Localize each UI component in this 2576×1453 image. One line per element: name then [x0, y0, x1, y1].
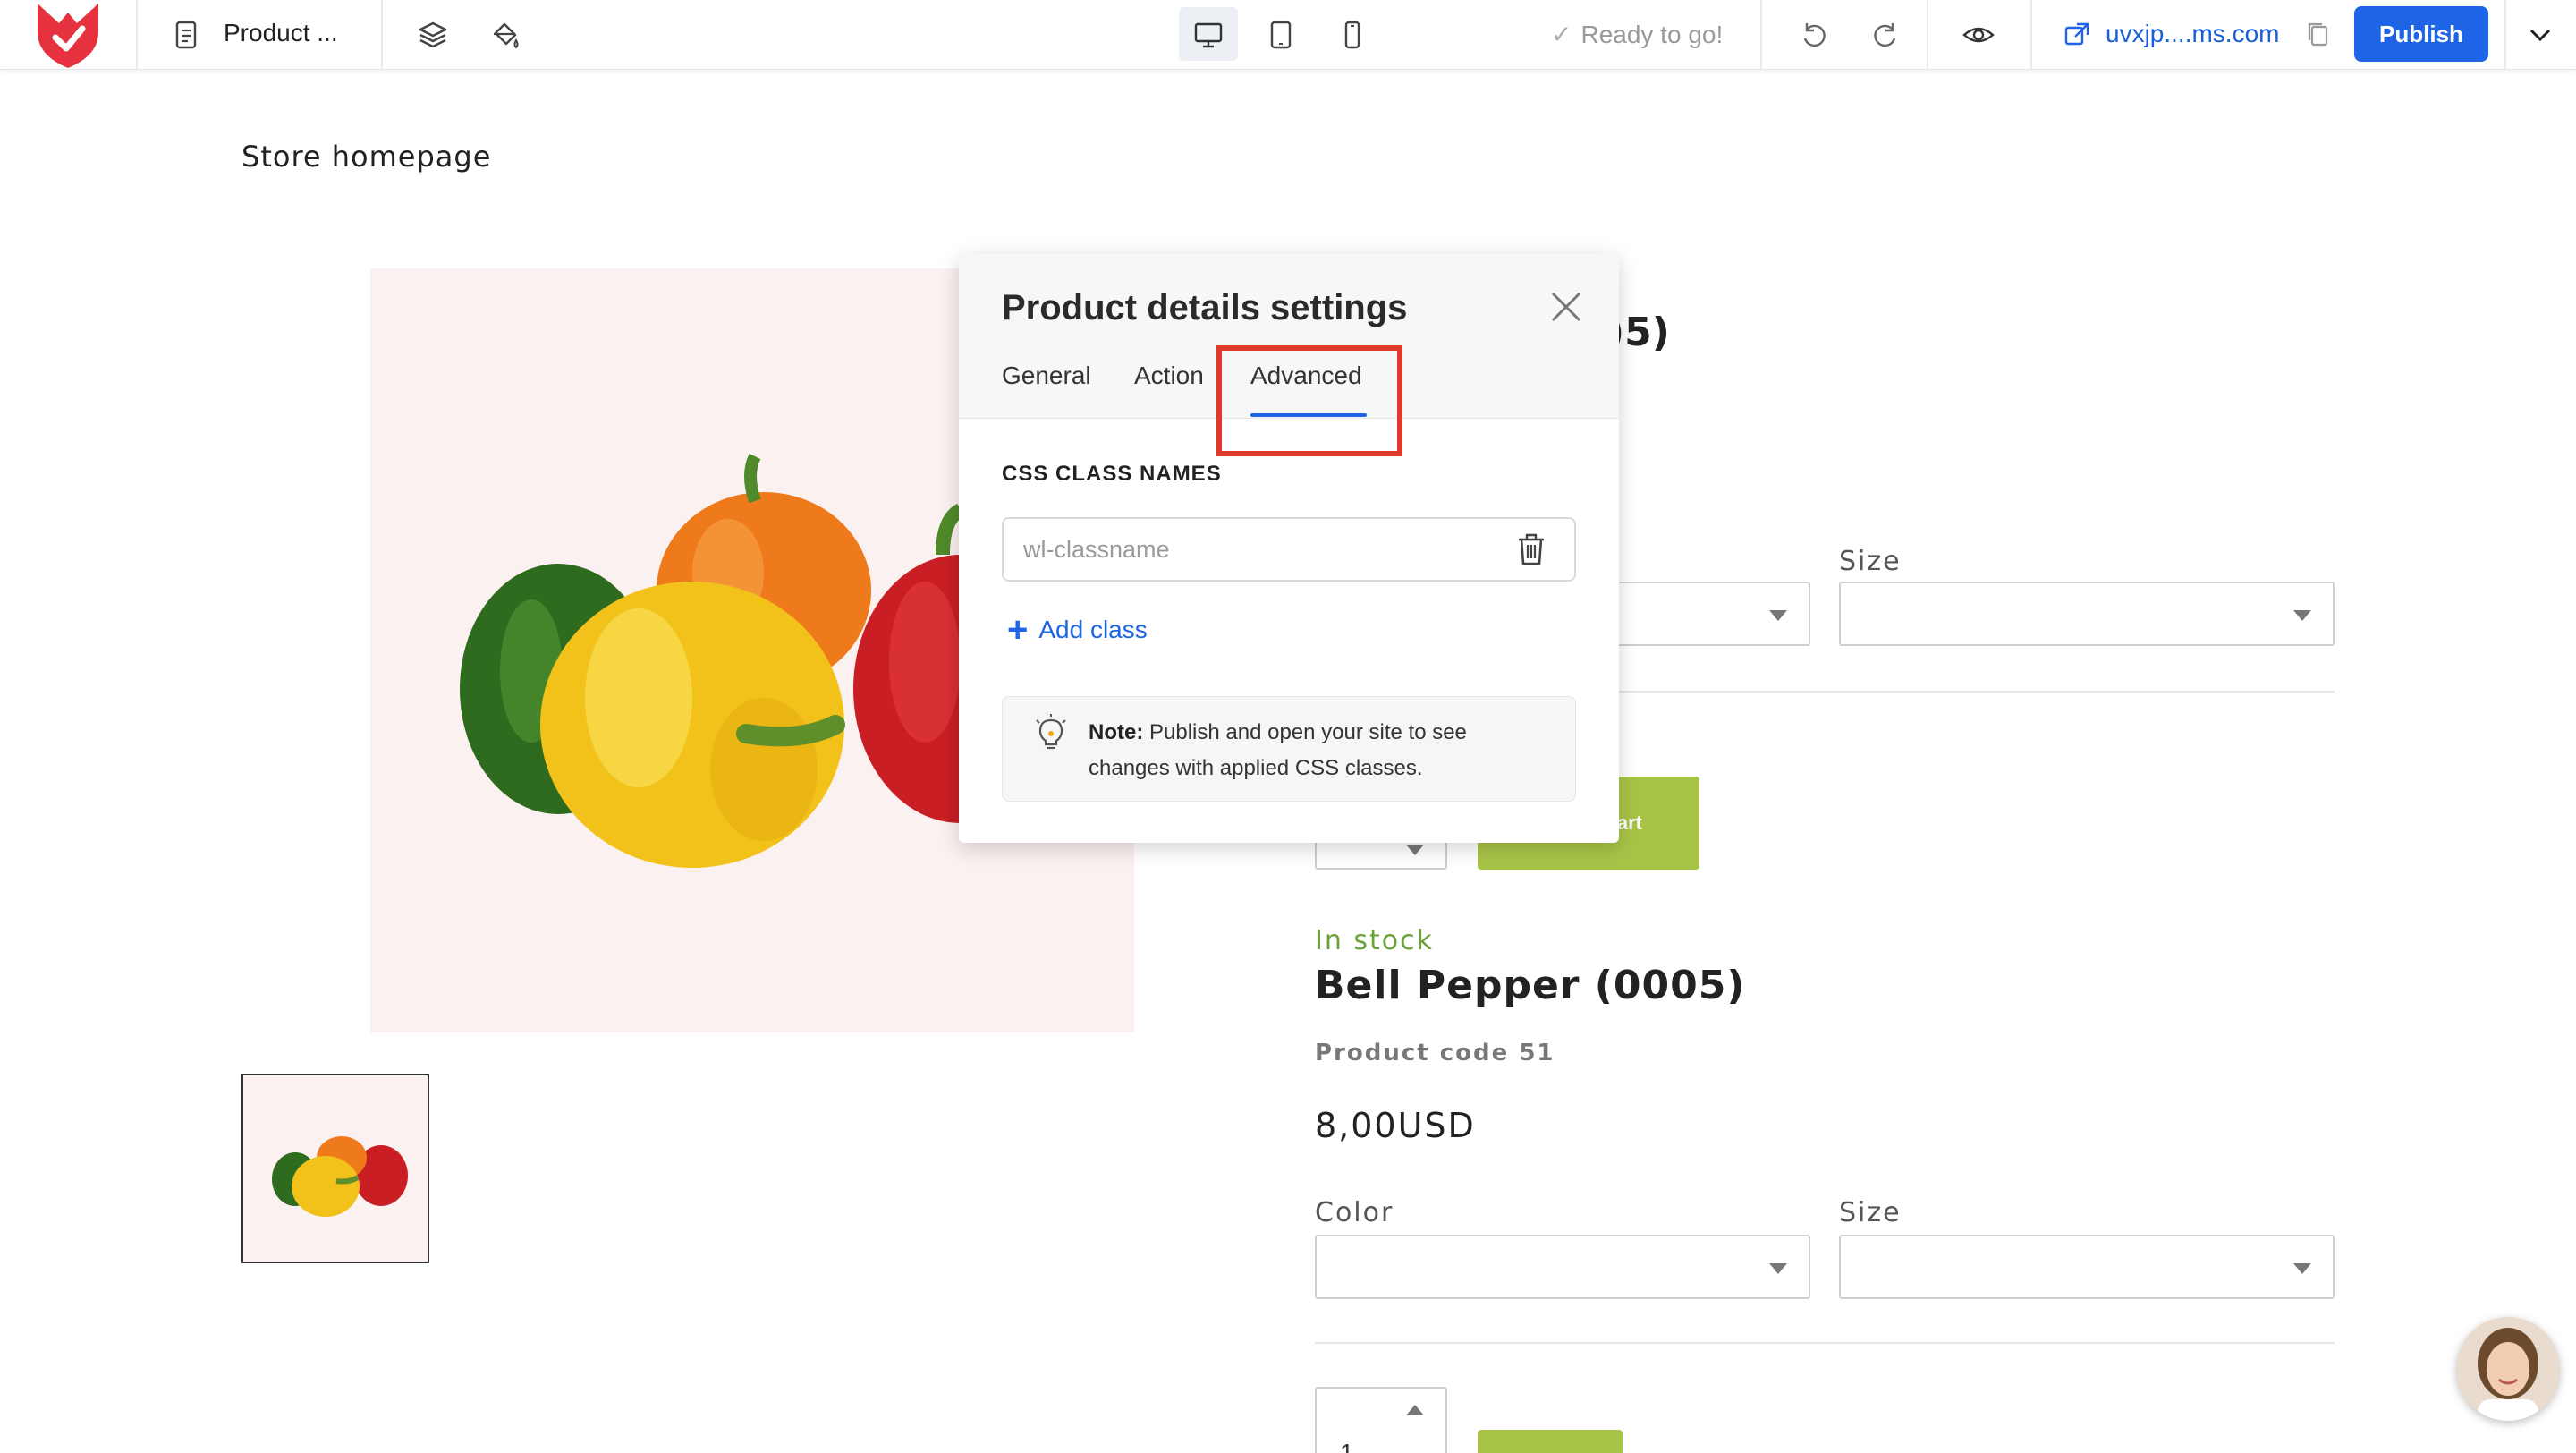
publish-button[interactable]: Publish — [2354, 6, 2488, 62]
tablet-view-icon[interactable] — [1261, 15, 1301, 55]
support-agent-icon — [2456, 1317, 2560, 1421]
toolbar-divider — [2504, 0, 2506, 70]
toolbar-divider — [2030, 0, 2032, 70]
add-class-button[interactable]: + Add class — [1007, 610, 1148, 650]
store-homepage-breadcrumb[interactable]: Store homepage — [242, 140, 491, 174]
product-details-settings-dialog: Product details settings General Action … — [959, 254, 1619, 843]
advanced-tab-highlight — [1216, 345, 1402, 456]
caret-up-icon[interactable] — [1406, 1405, 1424, 1415]
color-select[interactable] — [1315, 1235, 1810, 1299]
copy-icon[interactable] — [2299, 15, 2338, 55]
site-domain-link[interactable]: uvxjp....ms.com — [2106, 20, 2279, 48]
dialog-title: Product details settings — [1002, 288, 1408, 327]
tab-action[interactable]: Action — [1134, 361, 1204, 390]
size-select[interactable] — [1839, 582, 2334, 646]
brand-logo[interactable] — [32, 0, 104, 68]
tab-general[interactable]: General — [1002, 361, 1091, 390]
caret-down-icon — [2293, 1263, 2311, 1274]
color-label: Color — [1315, 1197, 1394, 1228]
lightbulb-icon — [1036, 714, 1066, 750]
add-to-cart-button[interactable] — [1478, 1430, 1623, 1453]
product-thumbnail[interactable] — [242, 1074, 429, 1263]
quantity-value: 1 — [1340, 1439, 1354, 1453]
external-link-icon[interactable] — [2057, 15, 2097, 55]
undo-icon[interactable] — [1794, 15, 1834, 55]
plus-icon: + — [1007, 610, 1029, 650]
toolbar-divider — [1760, 0, 1762, 70]
caret-down-icon — [1769, 610, 1787, 621]
support-chat-avatar[interactable] — [2456, 1317, 2560, 1421]
toolbar-divider — [381, 0, 383, 70]
add-class-label: Add class — [1038, 616, 1148, 643]
mobile-view-icon[interactable] — [1333, 15, 1372, 55]
css-class-names-heading: CSS CLASS NAMES — [1002, 462, 1222, 486]
redo-icon[interactable] — [1866, 15, 1905, 55]
trash-icon[interactable] — [1512, 530, 1551, 569]
page-icon[interactable] — [166, 15, 206, 55]
toolbar-divider — [1927, 0, 1928, 70]
check-icon: ✓ — [1551, 21, 1572, 48]
divider — [1315, 1342, 2334, 1344]
close-icon[interactable] — [1546, 286, 1587, 327]
note-body: Publish and open your site to see change… — [1089, 720, 1467, 780]
css-note-box: Note: Publish and open your site to see … — [1002, 696, 1576, 802]
size-select[interactable] — [1839, 1235, 2334, 1299]
layers-icon[interactable] — [413, 15, 453, 55]
caret-down-icon — [1406, 845, 1424, 855]
product-code: Product code 51 — [1315, 1040, 1555, 1066]
status-text: Ready to go! — [1580, 20, 1724, 48]
editor-toolbar: Product ... ✓ Ready to go! uvxjp....ms.c… — [0, 0, 2576, 70]
save-status: ✓ Ready to go! — [1551, 20, 1723, 49]
quantity-stepper[interactable]: 1 — [1315, 1387, 1447, 1453]
add-to-cart-label: art — [1616, 811, 1642, 834]
product-title: Bell Pepper (0005) — [1315, 963, 1746, 1008]
desktop-view-icon[interactable] — [1189, 15, 1228, 55]
note-label: Note: — [1089, 720, 1144, 744]
css-classname-input[interactable] — [1002, 517, 1576, 582]
size-label: Size — [1839, 1197, 1902, 1228]
caret-down-icon — [2293, 610, 2311, 621]
note-text: Note: Publish and open your site to see … — [1089, 715, 1554, 786]
chevron-down-icon[interactable] — [2521, 15, 2560, 55]
toolbar-divider — [136, 0, 138, 70]
product-price: 8,00USD — [1315, 1106, 1476, 1145]
preview-eye-icon[interactable] — [1959, 15, 1998, 55]
caret-down-icon — [1769, 1263, 1787, 1274]
paint-bucket-icon[interactable] — [485, 15, 524, 55]
bell-peppers-thumbnail-image — [272, 1136, 408, 1217]
page-selector[interactable]: Product ... — [224, 19, 338, 47]
size-label: Size — [1839, 546, 1902, 577]
stock-status: In stock — [1315, 925, 1435, 956]
